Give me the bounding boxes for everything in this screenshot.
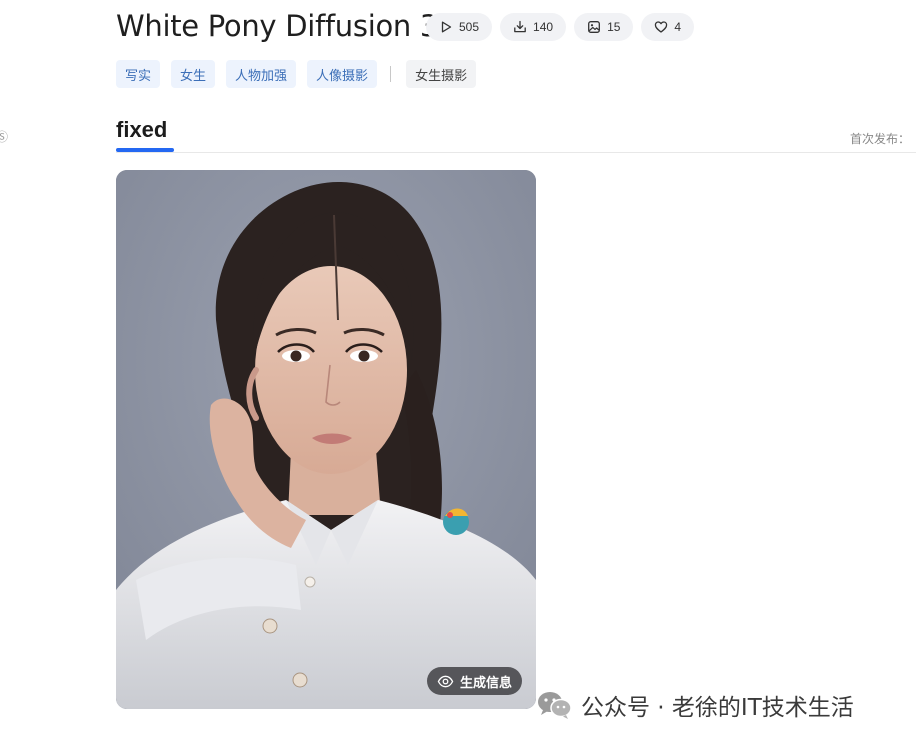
tag-list: 写实 女生 人物加强 人像摄影 女生摄影 [116,60,477,88]
tab-divider [116,152,916,153]
wechat-icon [536,689,574,721]
tag-realistic[interactable]: 写实 [116,60,161,88]
like-button[interactable]: 4 [641,13,695,41]
image-count-button[interactable]: 15 [574,13,634,41]
image-count: 15 [607,20,621,34]
tab-fixed[interactable]: fixed [116,117,167,143]
tag-character-enhance[interactable]: 人物加强 [226,60,297,88]
heart-icon [654,20,668,34]
eye-icon [437,673,454,690]
tag-portrait-photography[interactable]: 人像摄影 [307,60,378,88]
portrait-illustration [116,170,536,709]
first-published-label: 首次发布： [849,132,910,146]
download-count-button[interactable]: 140 [500,13,567,41]
like-count: 4 [674,20,682,34]
edge-cut-text: Ⓢ [0,130,9,144]
tag-girl-photography[interactable]: 女生摄影 [406,60,477,88]
tag-girl[interactable]: 女生 [171,60,216,88]
sample-image[interactable] [116,170,536,709]
download-icon [513,20,527,34]
page-title: White Pony Diffusion 3 [116,9,439,43]
image-icon [587,20,601,34]
watermark-text: 公众号 · 老徐的IT技术生活 [581,695,854,721]
stats-bar: 505 140 15 4 [426,13,695,41]
generate-info-label: 生成信息 [460,675,513,691]
run-count-button[interactable]: 505 [426,13,493,41]
run-count: 505 [459,20,480,34]
wechat-watermark: 公众号 · 老徐的IT技术生活 [536,688,854,722]
tag-separator [390,66,392,82]
play-icon [439,20,453,34]
generate-info-button[interactable]: 生成信息 [427,667,523,695]
download-count: 140 [533,20,554,34]
